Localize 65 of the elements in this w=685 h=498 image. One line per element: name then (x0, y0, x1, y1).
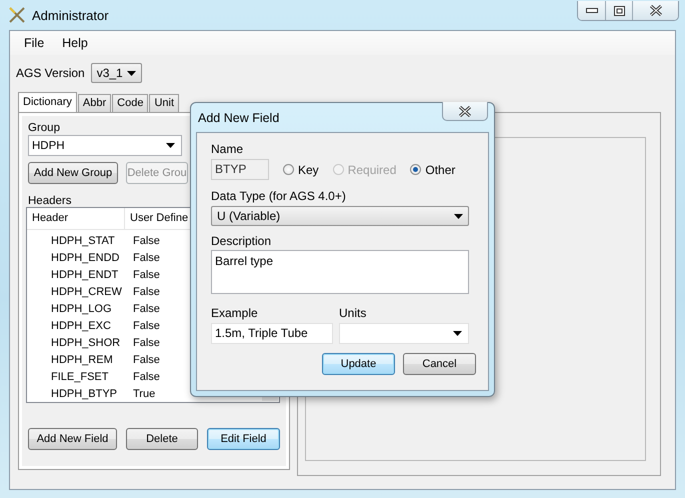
radio-button[interactable]: Key (283, 162, 319, 176)
table-cell: False (133, 370, 160, 382)
dialog-title: Add New Field (198, 110, 280, 124)
edit-field-button[interactable]: Edit Field (207, 428, 280, 450)
table-cell: False (133, 302, 160, 314)
description-label: Description (211, 234, 272, 248)
close-button[interactable] (632, 1, 678, 20)
tab[interactable]: Unit (149, 94, 180, 112)
table-cell-text: FILE_FSET (50, 370, 110, 382)
close-icon (458, 106, 472, 116)
minimize-icon (586, 8, 598, 14)
table-cell-text: HDPH_CREW (50, 286, 123, 298)
maximize-button[interactable] (605, 1, 632, 20)
column-header[interactable]: User Define (125, 208, 188, 229)
name-label: Name (211, 142, 244, 156)
close-icon (648, 5, 662, 16)
data-type-dropdown[interactable]: U (Variable) (211, 206, 469, 226)
table-cell-text: HDPH_STAT (50, 234, 116, 246)
table-cell: False (133, 286, 160, 298)
table-cell: False (133, 252, 160, 264)
example-label: Example (211, 306, 258, 320)
maximize-icon (614, 6, 624, 16)
version-label: AGS Version (16, 66, 85, 80)
table-cell: False (133, 336, 160, 348)
table-cell: False (133, 234, 160, 246)
tab[interactable]: Code (112, 94, 148, 112)
minimize-button[interactable] (578, 1, 605, 20)
dropdown-arrow-icon (453, 331, 462, 336)
table-cell-text: HDPH_ENDT (50, 268, 120, 280)
table-cell-text: HDPH_LOG (50, 302, 113, 314)
add-group-button[interactable]: Add New Group (28, 162, 118, 184)
cancel-button[interactable]: Cancel (403, 353, 476, 375)
tab[interactable]: Abbr (78, 94, 112, 112)
description-field[interactable]: Barrel type (211, 250, 469, 294)
dropdown-arrow-icon (126, 70, 136, 76)
units-label: Units (339, 306, 366, 320)
app-icon (8, 7, 26, 23)
menu-item[interactable]: File (15, 34, 54, 52)
menu-item[interactable]: Help (53, 34, 97, 52)
table-cell-text: HDPH_SHOR (50, 336, 122, 348)
table-cell: False (133, 268, 160, 280)
table-cell-text: HDPH_BTYP (50, 388, 118, 400)
table-cell-text: HDPH_ENDD (50, 252, 120, 264)
table-cell-text: HDPH_REM (50, 354, 114, 366)
add-field-button[interactable]: Add New Field (28, 428, 117, 450)
dropdown-arrow-icon (454, 214, 463, 218)
delete-button[interactable]: Delete (126, 428, 198, 450)
close-button[interactable] (442, 102, 488, 121)
data-type-label: Data Type (for AGS 4.0+) (211, 189, 346, 203)
table-cell-text: HDPH_EXC (50, 320, 112, 332)
column-header[interactable]: Header (27, 208, 125, 229)
example-field[interactable]: 1.5m, Triple Tube (211, 323, 333, 344)
table-cell: False (133, 320, 160, 332)
table-cell: False (133, 354, 160, 366)
window-title: Administrator (32, 8, 109, 22)
group-label: Group (28, 122, 60, 134)
headers-label: Headers (28, 195, 72, 207)
dropdown-arrow-icon (166, 143, 175, 148)
radio-button[interactable]: Other (410, 162, 456, 176)
tab[interactable]: Dictionary (18, 92, 77, 112)
group-dropdown[interactable]: HDPH (28, 135, 182, 156)
table-cell: True (133, 388, 156, 400)
update-button[interactable]: Update (322, 353, 395, 375)
name-field[interactable]: BTYP (211, 159, 269, 180)
version-dropdown[interactable]: v3_1 (90, 63, 142, 83)
